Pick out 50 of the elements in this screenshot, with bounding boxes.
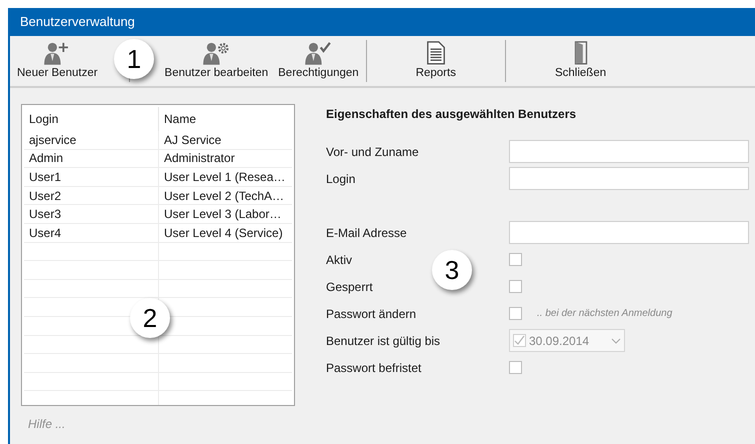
toolbar-button[interactable]: Benutzer bearbeiten [160,40,274,82]
field-label: Aktiv [326,252,354,268]
table-row[interactable]: Admin Administrator [24,150,292,168]
field-label: Passwort befristet [326,360,422,376]
text-field[interactable] [509,140,749,163]
date-value: 30.09.2014 [529,332,590,350]
table-cell-text: AJ Service [163,132,222,149]
field-label: Vor- und Zuname [326,144,420,160]
table-row[interactable]: User3 User Level 3 (Labor… [24,205,292,224]
table-row[interactable]: User4 User Level 4 (Service) [24,224,292,243]
table-cell: User3 [24,205,159,223]
table-cell-text: Administrator [163,150,236,168]
door-icon [572,41,589,65]
table-cell-text: User Level 3 (Labor… [163,206,282,223]
toolbar-button[interactable]: Reports [410,40,461,82]
toolbar-button[interactable]: Berechtigungen [273,40,364,82]
user-gear-icon [201,41,232,65]
field-label: Gesperrt [326,278,374,296]
table-cell: Admin [24,150,159,168]
table-cell-text: User Level 2 (TechA… [163,188,286,204]
table-row[interactable]: User2 User Level 2 (TechA… [24,186,292,206]
window-title: Benutzerverwaltung [10,8,755,36]
toolbar-button[interactable]: Schließen [550,40,612,82]
checkbox[interactable] [509,307,522,320]
chevron-down-icon [611,338,621,344]
callout-marker: 3 [432,250,472,290]
checkbox[interactable] [509,361,522,374]
field-note: .. bei der nächsten Anmeldung [537,307,672,321]
column-header[interactable]: Login [24,107,159,131]
table-cell-text: User Level 4 (Service) [163,224,284,242]
table-cell: User2 [24,186,159,204]
user-check-icon [303,41,334,65]
checkbox[interactable] [509,253,522,266]
field-label: Benutzer ist gültig bis [326,332,442,350]
toolbar-button[interactable]: Neuer Benutzer [12,40,103,82]
field-label: E-Mail Adresse [326,224,408,242]
checkbox[interactable] [509,280,522,293]
text-field[interactable] [509,167,749,190]
table-row[interactable]: User1 User Level 1 (Resea… [24,168,292,187]
table-cell: User1 [24,168,159,186]
table-cell: ajservice [24,131,159,149]
table-row[interactable]: ajservice AJ Service [24,131,292,150]
text-field[interactable] [509,221,749,244]
document-icon [426,41,446,65]
column-header[interactable]: Name [159,107,292,131]
field-label: Login [326,170,356,188]
table-cell: User4 [24,224,159,242]
table-cell-text: User Level 1 (Resea… [163,168,286,186]
section-title: Eigenschaften des ausgewählten Benutzers [326,106,578,123]
field-label: Passwort ändern [326,306,418,322]
